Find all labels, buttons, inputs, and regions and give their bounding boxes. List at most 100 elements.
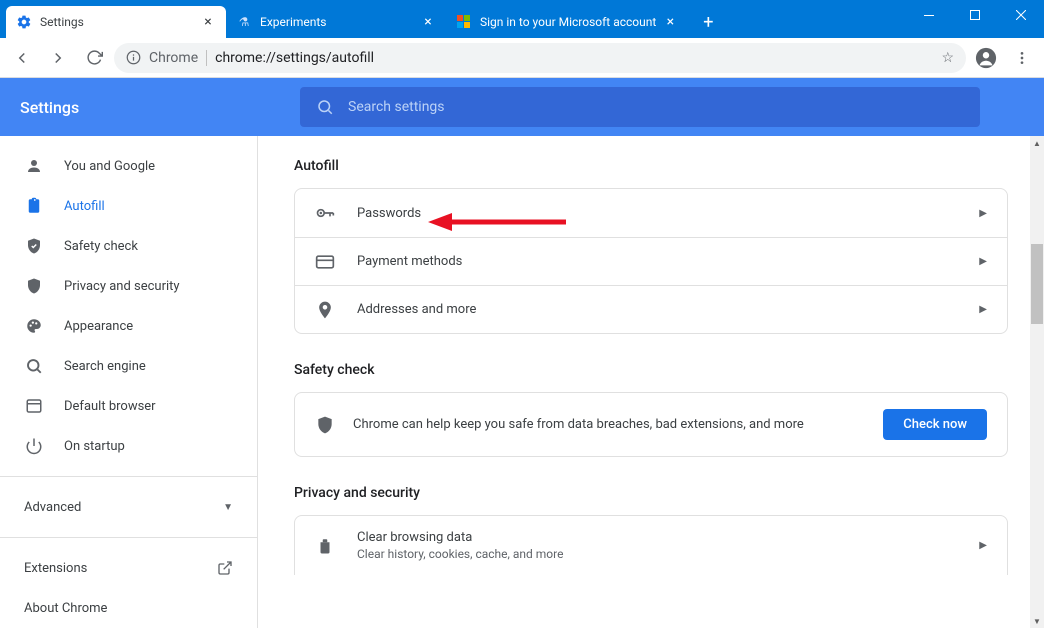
- settings-header: Settings: [0, 78, 1044, 136]
- row-label: Passwords: [357, 206, 421, 221]
- profile-button[interactable]: [970, 42, 1002, 74]
- chevron-right-icon: ▶: [979, 208, 987, 219]
- scroll-down-icon[interactable]: ▼: [1030, 614, 1044, 628]
- sidebar-item-label: You and Google: [64, 159, 155, 174]
- window-titlebar: Settings × ⚗ Experiments × Sign in to yo…: [0, 0, 1044, 38]
- sidebar-item-you-and-google[interactable]: You and Google: [0, 146, 257, 186]
- sidebar-item-advanced[interactable]: Advanced ▼: [0, 487, 257, 527]
- person-icon: [24, 156, 44, 176]
- sidebar-item-label: Default browser: [64, 399, 156, 414]
- url-text: chrome://settings/autofill: [215, 50, 374, 66]
- section-title-privacy: Privacy and security: [294, 485, 1008, 501]
- menu-button[interactable]: [1006, 42, 1038, 74]
- sidebar-item-label: Appearance: [64, 319, 133, 334]
- safety-check-card: Chrome can help keep you safe from data …: [294, 392, 1008, 457]
- tab-experiments[interactable]: ⚗ Experiments ×: [226, 6, 446, 38]
- window-controls: [906, 0, 1044, 30]
- minimize-button[interactable]: [906, 0, 952, 30]
- chevron-right-icon: ▶: [979, 540, 987, 551]
- bookmark-icon[interactable]: ☆: [941, 50, 954, 66]
- maximize-button[interactable]: [952, 0, 998, 30]
- settings-sidebar: You and Google Autofill Safety check Pri…: [0, 136, 258, 628]
- sidebar-item-label: Extensions: [24, 561, 87, 576]
- clipboard-icon: [24, 196, 44, 216]
- scrollbar-thumb[interactable]: [1031, 244, 1043, 324]
- reload-button[interactable]: [78, 42, 110, 74]
- sidebar-item-about-chrome[interactable]: About Chrome: [0, 588, 257, 628]
- browser-icon: [24, 396, 44, 416]
- forward-button[interactable]: [42, 42, 74, 74]
- tab-strip: Settings × ⚗ Experiments × Sign in to yo…: [0, 0, 722, 38]
- section-title-safety: Safety check: [294, 362, 1008, 378]
- key-icon: [315, 203, 335, 223]
- row-label: Addresses and more: [357, 302, 476, 317]
- divider: [0, 476, 257, 477]
- address-bar[interactable]: Chrome chrome://settings/autofill ☆: [114, 43, 966, 73]
- search-icon: [24, 356, 44, 376]
- autofill-card: Passwords ▶ Payment methods ▶ Addresses …: [294, 188, 1008, 334]
- sidebar-item-label: On startup: [64, 439, 125, 454]
- shield-check-icon: [24, 236, 44, 256]
- pin-icon: [315, 300, 335, 320]
- palette-icon: [24, 316, 44, 336]
- tab-settings[interactable]: Settings ×: [6, 6, 226, 38]
- url-scheme: Chrome: [149, 50, 198, 66]
- card-icon: [315, 252, 335, 272]
- autofill-row-payment[interactable]: Payment methods ▶: [295, 237, 1007, 285]
- main-area: You and Google Autofill Safety check Pri…: [0, 136, 1044, 628]
- close-icon[interactable]: ×: [200, 14, 216, 30]
- scrollbar[interactable]: ▲ ▼: [1030, 136, 1044, 628]
- row-text: Clear browsing data Clear history, cooki…: [357, 530, 563, 561]
- tab-title: Experiments: [260, 15, 414, 29]
- sidebar-item-label: Search engine: [64, 359, 146, 374]
- tab-title: Settings: [40, 15, 194, 29]
- trash-icon: [315, 537, 335, 555]
- settings-title: Settings: [20, 98, 260, 117]
- settings-search-input[interactable]: [348, 99, 964, 115]
- sidebar-item-autofill[interactable]: Autofill: [0, 186, 257, 226]
- tab-microsoft-signin[interactable]: Sign in to your Microsoft account ×: [446, 6, 688, 38]
- autofill-row-passwords[interactable]: Passwords ▶: [295, 189, 1007, 237]
- row-subtitle: Clear history, cookies, cache, and more: [357, 547, 563, 561]
- browser-toolbar: Chrome chrome://settings/autofill ☆: [0, 38, 1044, 78]
- back-button[interactable]: [6, 42, 38, 74]
- scroll-up-icon[interactable]: ▲: [1030, 136, 1044, 150]
- shield-icon: [24, 276, 44, 296]
- power-icon: [24, 436, 44, 456]
- sidebar-item-safety-check[interactable]: Safety check: [0, 226, 257, 266]
- new-tab-button[interactable]: +: [694, 8, 722, 36]
- site-info-icon[interactable]: [126, 50, 141, 65]
- sidebar-item-label: Advanced: [24, 500, 81, 515]
- sidebar-item-on-startup[interactable]: On startup: [0, 426, 257, 466]
- chevron-right-icon: ▶: [979, 256, 987, 267]
- check-now-button[interactable]: Check now: [883, 409, 987, 440]
- close-icon[interactable]: ×: [420, 14, 436, 30]
- row-label: Payment methods: [357, 254, 462, 269]
- tab-title: Sign in to your Microsoft account: [480, 15, 656, 29]
- row-title: Clear browsing data: [357, 530, 563, 545]
- divider: [0, 537, 257, 538]
- safety-check-description: Chrome can help keep you safe from data …: [353, 417, 865, 432]
- chevron-down-icon: ▼: [223, 502, 233, 513]
- flask-icon: ⚗: [236, 14, 252, 30]
- sidebar-item-label: Autofill: [64, 199, 105, 214]
- external-link-icon: [217, 560, 233, 576]
- chevron-right-icon: ▶: [979, 304, 987, 315]
- settings-search[interactable]: [300, 87, 980, 127]
- sidebar-item-appearance[interactable]: Appearance: [0, 306, 257, 346]
- divider: [206, 50, 207, 66]
- sidebar-item-search-engine[interactable]: Search engine: [0, 346, 257, 386]
- microsoft-icon: [456, 14, 472, 30]
- privacy-row-clear-data[interactable]: Clear browsing data Clear history, cooki…: [294, 515, 1008, 575]
- sidebar-item-default-browser[interactable]: Default browser: [0, 386, 257, 426]
- settings-content: Autofill Passwords ▶ Payment methods ▶ A…: [258, 136, 1044, 628]
- sidebar-item-label: About Chrome: [24, 601, 107, 616]
- search-icon: [316, 98, 334, 116]
- sidebar-item-label: Safety check: [64, 239, 138, 254]
- close-button[interactable]: [998, 0, 1044, 30]
- close-icon[interactable]: ×: [662, 14, 678, 30]
- autofill-row-addresses[interactable]: Addresses and more ▶: [295, 285, 1007, 333]
- sidebar-item-extensions[interactable]: Extensions: [0, 548, 257, 588]
- sidebar-item-label: Privacy and security: [64, 279, 180, 294]
- sidebar-item-privacy[interactable]: Privacy and security: [0, 266, 257, 306]
